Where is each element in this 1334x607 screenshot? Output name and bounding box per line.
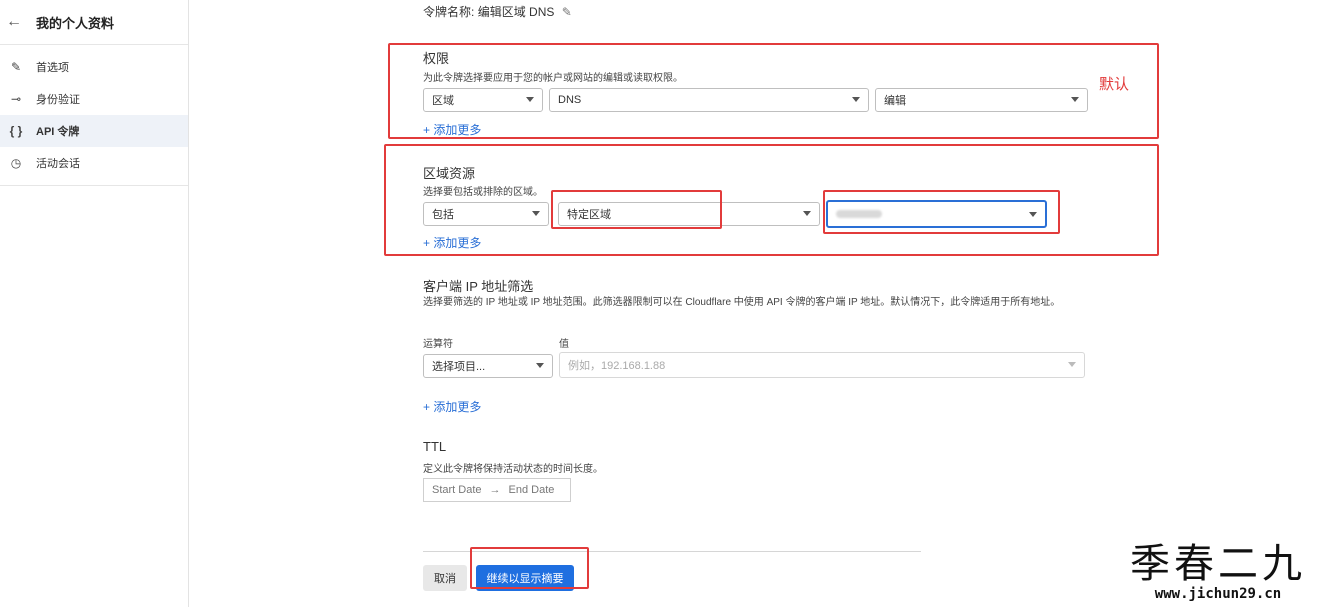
annotation-box-permissions xyxy=(388,43,1159,139)
sidebar: ← 我的个人资料 ✎ 首选项 ⊸ 身份验证 { } API 令牌 ◷ 活动会话 xyxy=(0,0,189,607)
sidebar-item-authentication[interactable]: ⊸ 身份验证 xyxy=(0,83,188,115)
chevron-down-icon xyxy=(536,363,544,368)
main-content: 令牌名称: 编辑区域 DNS ✎ 权限 为此令牌选择要应用于您的帐户或网站的编辑… xyxy=(189,0,1334,607)
ttl-description: 定义此令牌将保持活动状态的时间长度。 xyxy=(423,464,603,475)
annotation-box-domain xyxy=(823,190,1060,234)
clock-icon: ◷ xyxy=(10,156,22,170)
sidebar-divider xyxy=(0,185,188,186)
token-name-label: 令牌名称: xyxy=(423,5,475,19)
watermark-url: www.jichun29.cn xyxy=(1154,586,1282,602)
ip-value-input[interactable]: 例如，192.168.1.88 xyxy=(559,352,1085,378)
token-name-value: 编辑区域 DNS xyxy=(477,5,555,19)
sidebar-header: ← 我的个人资料 xyxy=(0,0,188,45)
key-icon: ⊸ xyxy=(10,92,22,106)
ip-add-more-link[interactable]: + 添加更多 xyxy=(423,398,481,415)
arrow-left-icon[interactable]: ← xyxy=(6,13,30,31)
sidebar-item-label: 活动会话 xyxy=(36,158,80,170)
sidebar-item-preferences[interactable]: ✎ 首选项 xyxy=(0,51,188,83)
watermark-title: 季春二九 xyxy=(1130,541,1306,587)
ip-filter-description: 选择要筛选的 IP 地址或 IP 地址范围。此筛选器限制可以在 Cloudfla… xyxy=(423,297,1061,308)
arrow-right-icon: → xyxy=(489,484,501,496)
pencil-icon: ✎ xyxy=(10,60,22,74)
ttl-heading: TTL xyxy=(423,439,447,454)
end-date-input[interactable]: End Date xyxy=(509,484,555,496)
token-name: 令牌名称: 编辑区域 DNS ✎ xyxy=(423,3,572,20)
ttl-date-range[interactable]: Start Date → End Date xyxy=(423,478,571,502)
annotation-box-continue xyxy=(470,547,589,589)
sidebar-item-label: 身份验证 xyxy=(36,94,80,106)
annotation-box-specific-zone xyxy=(551,190,722,229)
edit-pencil-icon[interactable]: ✎ xyxy=(562,5,572,19)
value-label: 值 xyxy=(559,339,569,350)
start-date-input[interactable]: Start Date xyxy=(432,484,482,496)
select-value: 选择项目... xyxy=(432,361,486,373)
operator-select[interactable]: 选择项目... xyxy=(423,354,553,378)
cancel-button[interactable]: 取消 xyxy=(423,565,467,591)
sidebar-item-label: 首选项 xyxy=(36,62,69,74)
annotation-default-label: 默认 xyxy=(1099,76,1130,93)
ip-value-placeholder: 例如，192.168.1.88 xyxy=(568,360,666,372)
chevron-down-icon xyxy=(1068,362,1076,367)
sidebar-item-api-tokens[interactable]: { } API 令牌 xyxy=(0,115,188,147)
operator-label: 运算符 xyxy=(423,339,453,350)
sidebar-title: 我的个人资料 xyxy=(36,15,115,31)
ip-filter-heading: 客户端 IP 地址筛选 xyxy=(423,279,534,294)
sidebar-item-active-sessions[interactable]: ◷ 活动会话 xyxy=(0,147,188,179)
braces-icon: { } xyxy=(9,124,23,138)
watermark-logo: 季春二九 www.jichun29.cn xyxy=(1130,542,1306,602)
sidebar-item-label: API 令牌 xyxy=(36,126,80,138)
